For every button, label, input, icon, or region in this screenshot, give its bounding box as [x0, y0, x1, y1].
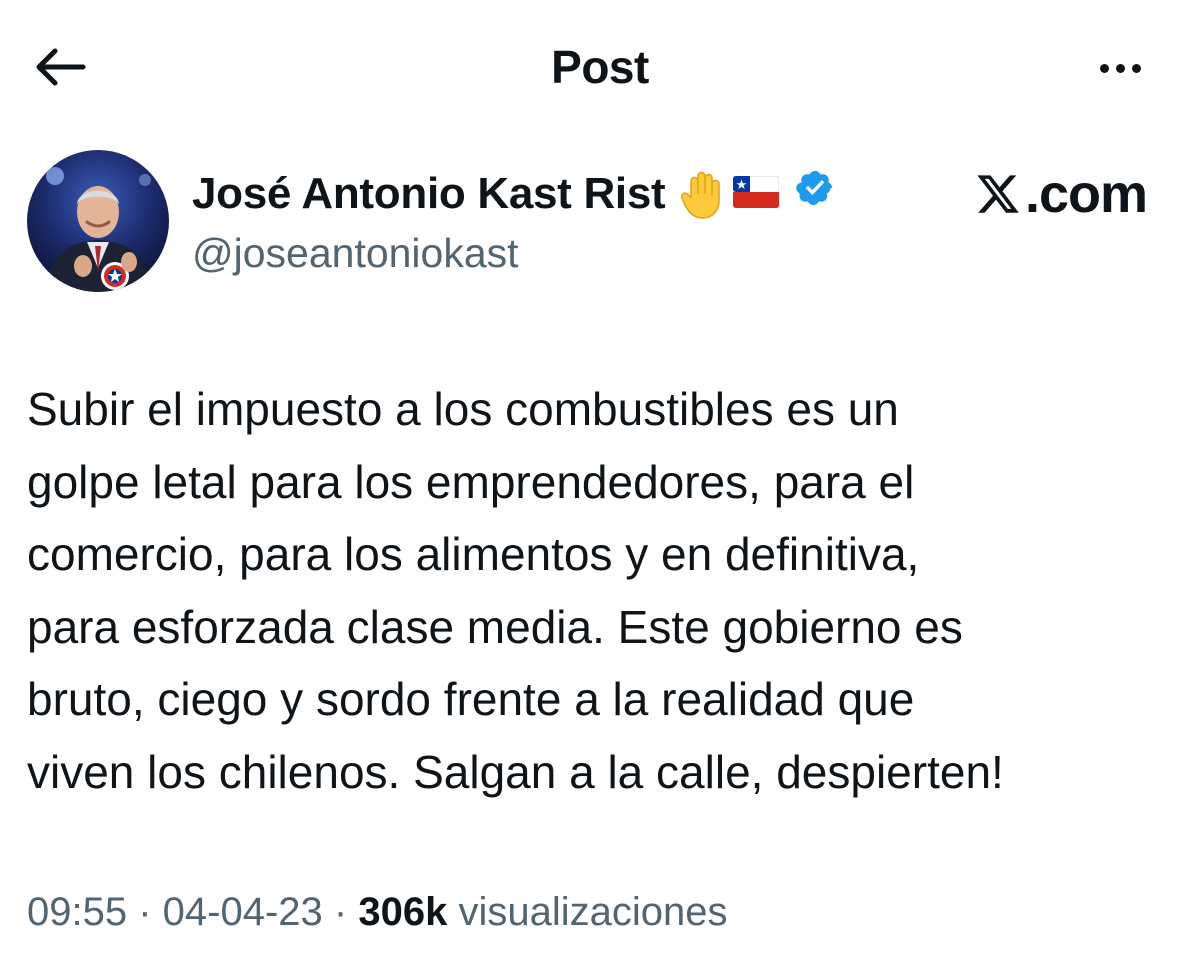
- views-label: visualizaciones: [458, 890, 728, 934]
- author-block: José Antonio Kast Rist @joseantoniokast: [27, 150, 1177, 300]
- author-name-row[interactable]: José Antonio Kast Rist: [192, 168, 835, 220]
- avatar-image: [27, 150, 169, 292]
- author-display-name: José Antonio Kast Rist: [192, 169, 666, 218]
- post-text: Subir el impuesto a los combustibles es …: [27, 383, 1004, 798]
- meta-separator: ·: [127, 890, 163, 934]
- more-options-button[interactable]: [1088, 48, 1152, 88]
- post-meta: 09:55 · 04-04-23 · 306k visualizaciones: [27, 884, 727, 940]
- chile-flag-icon: [732, 168, 780, 220]
- more-dot: [1115, 63, 1125, 73]
- author-handle[interactable]: @joseantoniokast: [192, 228, 519, 278]
- top-bar: Post: [0, 0, 1200, 130]
- more-dot: [1131, 63, 1141, 73]
- meta-separator: ·: [322, 890, 359, 934]
- verified-badge-icon: [795, 168, 835, 220]
- raised-hand-icon: [681, 169, 727, 219]
- post-date[interactable]: 04-04-23: [163, 890, 323, 934]
- source-watermark: .com: [975, 164, 1148, 224]
- more-horizontal-icon: [1099, 63, 1109, 73]
- avatar[interactable]: [27, 150, 169, 292]
- page-title: Post: [551, 41, 649, 93]
- post-time[interactable]: 09:55: [27, 890, 127, 934]
- watermark-text: .com: [1024, 164, 1148, 224]
- x-logo-icon: [977, 175, 1019, 213]
- views-count: 306k: [358, 890, 448, 934]
